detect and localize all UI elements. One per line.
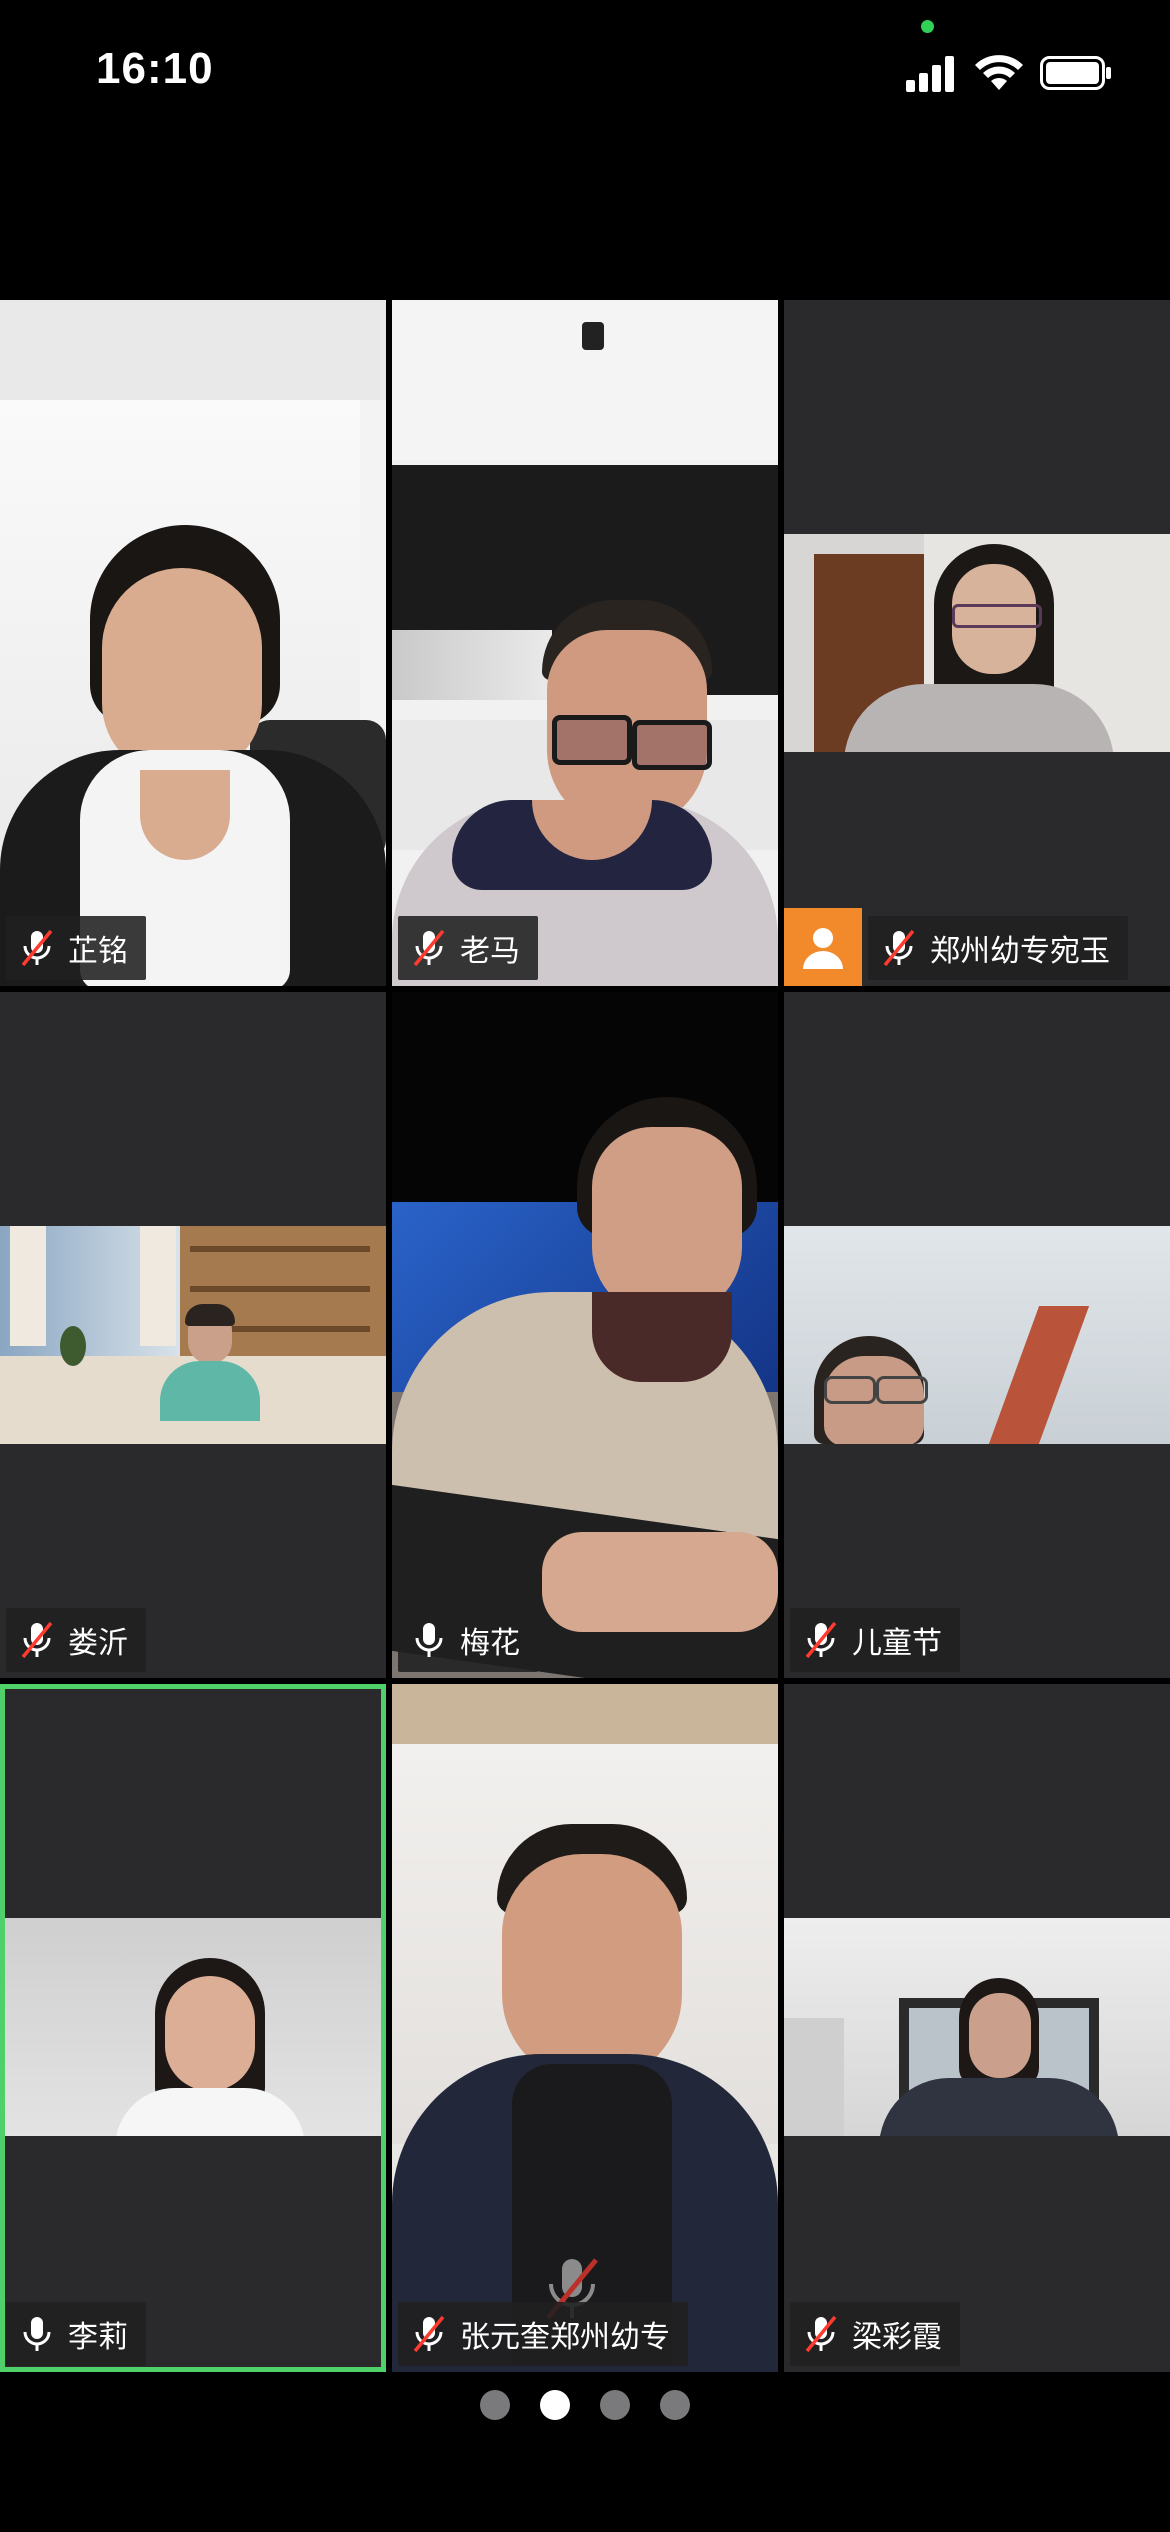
participant-tile[interactable]: 梁彩霞	[784, 1684, 1170, 2372]
page-dot-2-current[interactable]	[540, 2390, 570, 2420]
participant-nametag: 李莉	[6, 2302, 146, 2366]
avatar	[784, 908, 862, 986]
participant-video	[5, 1918, 381, 2136]
mic-icon	[23, 2317, 51, 2351]
participant-name: 芷铭	[68, 934, 128, 969]
mic-muted-icon	[883, 929, 915, 967]
participant-name: 李莉	[68, 2320, 128, 2355]
page-indicator	[0, 2380, 1170, 2430]
wifi-icon	[975, 55, 1023, 90]
participant-name: 郑州幼专宛玉	[930, 934, 1110, 969]
participant-tile[interactable]: 娄沂	[0, 992, 386, 1678]
page-dot-3[interactable]	[600, 2390, 630, 2420]
participant-nametag: 梅花	[398, 1608, 538, 1672]
video-grid: 芷铭 老马 郑州幼专宛玉 娄沂 梅花 儿童节 李莉 张元奎郑州幼专 梁彩霞	[0, 300, 1170, 2372]
participant-video	[392, 300, 778, 986]
participant-tile[interactable]: 张元奎郑州幼专	[392, 1684, 778, 2372]
user-icon	[803, 928, 843, 969]
participant-nametag: 芷铭	[6, 916, 146, 980]
mic-icon	[415, 1623, 443, 1657]
participant-name: 梁彩霞	[852, 2320, 942, 2355]
participant-nametag: 儿童节	[790, 1608, 960, 1672]
cellular-signal-icon	[906, 56, 958, 92]
status-bar: 16:10	[0, 0, 1170, 150]
participant-nametag: 张元奎郑州幼专	[398, 2302, 688, 2366]
participant-name: 老马	[460, 934, 520, 969]
battery-icon	[1040, 56, 1111, 90]
participant-name: 娄沂	[68, 1626, 128, 1661]
participant-nametag: 梁彩霞	[790, 2302, 960, 2366]
mic-muted-icon	[805, 2315, 837, 2353]
participant-video	[784, 1226, 1170, 1444]
mic-muted-icon	[413, 2315, 445, 2353]
page-dot-1[interactable]	[480, 2390, 510, 2420]
participant-nametag: 郑州幼专宛玉	[868, 916, 1128, 980]
participant-tile[interactable]: 老马	[392, 300, 778, 986]
participant-nametag: 老马	[398, 916, 538, 980]
participant-video	[0, 1226, 386, 1444]
participant-tile[interactable]: 芷铭	[0, 300, 386, 986]
camera-in-use-indicator	[921, 20, 934, 33]
mic-muted-icon	[21, 929, 53, 967]
page-dot-4[interactable]	[660, 2390, 690, 2420]
participant-video	[784, 1918, 1170, 2136]
mic-muted-icon	[805, 1621, 837, 1659]
mic-muted-icon	[21, 1621, 53, 1659]
participant-name: 儿童节	[852, 1626, 942, 1661]
participant-nametag: 娄沂	[6, 1608, 146, 1672]
participant-tile[interactable]: 儿童节	[784, 992, 1170, 1678]
status-time: 16:10	[96, 44, 214, 93]
participant-tile[interactable]: 梅花	[392, 992, 778, 1678]
participant-name: 张元奎郑州幼专	[460, 2320, 670, 2355]
participant-tile-active-speaker[interactable]: 李莉	[0, 1684, 386, 2372]
participant-tile[interactable]: 郑州幼专宛玉	[784, 300, 1170, 986]
mic-muted-icon	[413, 929, 445, 967]
participant-name: 梅花	[460, 1626, 520, 1661]
participant-video	[784, 534, 1170, 752]
participant-video	[0, 300, 386, 986]
participant-video	[392, 992, 778, 1678]
